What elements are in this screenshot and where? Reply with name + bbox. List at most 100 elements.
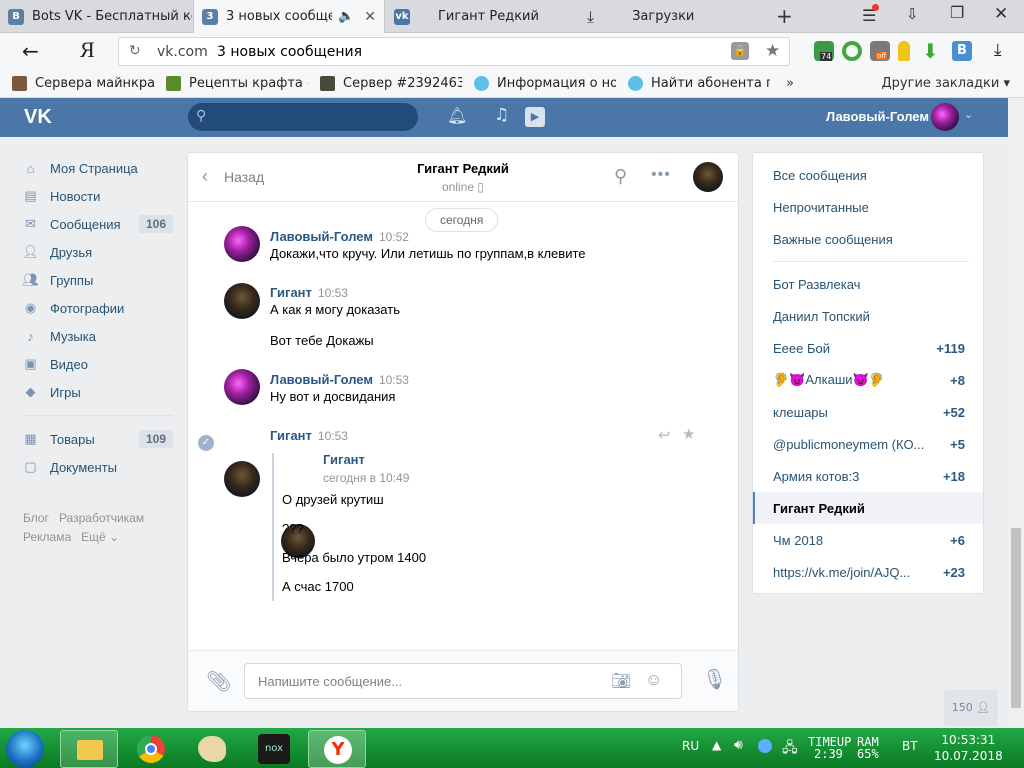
more-icon[interactable]: •••: [651, 166, 671, 184]
dialog-item[interactable]: Армия котов:3 +18: [753, 460, 983, 492]
bookmark-item[interactable]: Найти абонента п: [628, 76, 770, 91]
author-name[interactable]: Лавовый-Голем: [270, 229, 373, 244]
chat-avatar[interactable]: [693, 162, 723, 192]
online-counter[interactable]: 150 👤︎: [944, 690, 998, 726]
avatar[interactable]: [224, 461, 260, 497]
scrollbar-thumb[interactable]: [1011, 528, 1021, 708]
smile-icon[interactable]: ☺: [645, 670, 662, 690]
forward-author[interactable]: Гигант: [323, 452, 365, 467]
sidebar-item[interactable]: 👤︎ Друзья: [22, 238, 173, 266]
message-time[interactable]: 10:53: [318, 286, 348, 300]
start-button[interactable]: [6, 730, 44, 768]
sidebar-item[interactable]: ▢ Документы: [23, 453, 173, 481]
sidebar-item[interactable]: 👥︎ Группы: [22, 266, 173, 294]
bookmark-item[interactable]: Сервера майнкраф: [12, 76, 154, 91]
close-icon[interactable]: ✕: [364, 9, 376, 25]
footer-link-ads[interactable]: Реклама: [23, 530, 71, 544]
avatar[interactable]: [224, 369, 260, 405]
dialog-item[interactable]: Даниил Топский: [753, 300, 983, 332]
star-icon[interactable]: ★: [682, 425, 695, 443]
camera-icon[interactable]: 📷︎: [611, 671, 631, 691]
message-time[interactable]: 10:53: [379, 373, 409, 387]
user-avatar[interactable]: [931, 103, 959, 131]
dialog-item[interactable]: Гигант Редкий: [753, 492, 983, 524]
bulb-extension-icon[interactable]: [898, 41, 910, 61]
sidebar-item[interactable]: ▤ Новости: [23, 182, 173, 210]
message-time[interactable]: 10:52: [379, 230, 409, 244]
dialog-item[interactable]: Чм 2018 +6: [753, 524, 983, 556]
sidebar-item[interactable]: ✉ Сообщения 106: [23, 210, 173, 238]
url-field[interactable]: ↻ vk.com 3 новых сообщения 🔒 ★: [118, 37, 790, 66]
author-name[interactable]: Гигант: [270, 285, 312, 300]
search-input[interactable]: ⚲: [188, 103, 418, 131]
volume-icon[interactable]: 🔊︎: [734, 737, 743, 753]
footer-link-blog[interactable]: Блог: [23, 511, 49, 525]
sidebar-item[interactable]: ▦ Товары 109: [23, 425, 173, 453]
downloads-icon[interactable]: ⤓: [994, 40, 1002, 60]
avatar[interactable]: [224, 283, 260, 319]
dialog-item[interactable]: Бот Развлекач: [753, 268, 983, 300]
reply-icon[interactable]: ↩: [658, 426, 671, 444]
refresh-extension-icon[interactable]: [842, 41, 862, 61]
sidebar-item[interactable]: ◉ Фотографии: [23, 294, 173, 322]
author-name[interactable]: Гигант: [270, 428, 312, 443]
dialog-item[interactable]: Еееe Бой +119: [753, 332, 983, 364]
dialog-item[interactable]: клешары +52: [753, 396, 983, 428]
user-name[interactable]: Лавовый-Голем: [826, 109, 929, 124]
speaker-icon[interactable]: 🔈: [338, 9, 354, 24]
author-name[interactable]: Лавовый-Голем: [270, 372, 373, 387]
search-icon[interactable]: ⚲: [614, 166, 627, 187]
language-indicator[interactable]: RU: [682, 739, 699, 753]
tab-messages[interactable]: 3 3 новых сообщения 🔈 ✕: [193, 0, 385, 33]
more-bookmarks-icon[interactable]: »: [786, 76, 794, 91]
back-chevron-icon[interactable]: ‹: [202, 166, 208, 187]
chat-title[interactable]: Гигант Редкий: [363, 161, 563, 176]
music-note-icon[interactable]: ♫: [494, 105, 509, 125]
nox-icon[interactable]: nox: [258, 734, 290, 764]
sidebar-item[interactable]: ⌂ Моя Страница: [23, 154, 173, 182]
filter-item[interactable]: Непрочитанные: [753, 191, 983, 223]
sidebar-item[interactable]: ♪ Музыка: [23, 322, 173, 350]
dialog-item[interactable]: 🦻😈Алкаши😈🦻 +8: [753, 364, 983, 396]
message-input[interactable]: Напишите сообщение... 📷︎ ☺: [244, 663, 682, 699]
lock-icon[interactable]: 🔒: [731, 42, 749, 60]
paint-icon[interactable]: [198, 736, 226, 762]
new-tab-button[interactable]: +: [776, 4, 793, 28]
gear-extension-icon[interactable]: off: [870, 41, 890, 61]
bookmark-item[interactable]: Сервер #2392463: [320, 76, 462, 91]
yandex-taskbar-button[interactable]: Y: [308, 730, 366, 768]
star-icon[interactable]: ★: [765, 41, 780, 61]
close-window-icon[interactable]: ✕: [994, 4, 1008, 24]
filter-item[interactable]: Важные сообщения: [753, 223, 983, 255]
tab-bots-vk[interactable]: B Bots VK - Бесплатный конс: [0, 0, 192, 33]
play-icon[interactable]: ▶: [525, 107, 545, 127]
explorer-taskbar-button[interactable]: [60, 730, 118, 768]
dialog-item[interactable]: @publicmoneymem (КО... +5: [753, 428, 983, 460]
vk-extension-icon[interactable]: B: [952, 41, 972, 61]
attach-icon[interactable]: 📎︎: [206, 669, 231, 694]
back-button[interactable]: Назад: [224, 169, 264, 185]
pin-icon[interactable]: ⇩: [906, 5, 919, 23]
back-arrow-icon[interactable]: ←: [22, 39, 39, 63]
clock[interactable]: 10:53:31 10.07.2018: [934, 732, 1003, 764]
vk-logo-icon[interactable]: VK: [24, 106, 52, 129]
message-time[interactable]: 10:53: [318, 429, 348, 443]
restore-icon[interactable]: ❐: [950, 3, 964, 22]
chevron-down-icon[interactable]: ⌄: [964, 108, 973, 121]
chrome-icon[interactable]: [137, 735, 165, 763]
page-scrollbar[interactable]: [1008, 98, 1024, 728]
other-bookmarks[interactable]: Другие закладки ▾: [882, 76, 1010, 91]
microphone-icon[interactable]: 🎙︎: [702, 667, 727, 692]
bell-icon[interactable]: 🔔︎: [447, 106, 467, 125]
check-icon[interactable]: ✓: [198, 435, 214, 451]
tab-gigant[interactable]: vk Гигант Редкий: [386, 0, 578, 33]
avatar[interactable]: [224, 226, 260, 262]
network-check-icon[interactable]: [758, 739, 772, 753]
footer-link-developers[interactable]: Разработчикам: [59, 511, 144, 525]
download-extension-icon[interactable]: ⬇: [922, 39, 939, 63]
tray-expand-icon[interactable]: ▲: [712, 738, 721, 752]
filter-item[interactable]: Все сообщения: [753, 159, 983, 191]
dialog-item[interactable]: https://vk.me/join/AJQ... +23: [753, 556, 983, 588]
sidebar-item[interactable]: ▣ Видео: [23, 350, 173, 378]
footer-link-more[interactable]: Ещё: [81, 530, 106, 544]
